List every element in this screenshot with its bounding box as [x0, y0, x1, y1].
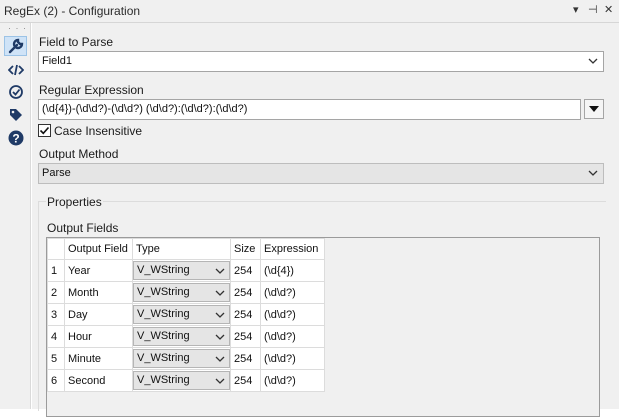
- field-to-parse-label: Field to Parse: [39, 35, 114, 49]
- row-number: 3: [47, 303, 65, 326]
- chevron-down-icon: [215, 378, 225, 384]
- regex-label: Regular Expression: [39, 83, 144, 97]
- svg-text:?: ?: [12, 132, 19, 146]
- table-row[interactable]: 4 Hour V_WString 254 (\d\d?): [47, 325, 325, 348]
- type-dropdown[interactable]: V_WString: [133, 371, 230, 390]
- chevron-down-icon: [215, 312, 225, 318]
- type-cell[interactable]: V_WString: [132, 369, 231, 392]
- size-cell[interactable]: 254: [230, 259, 261, 282]
- row-number: 1: [47, 259, 65, 282]
- type-cell[interactable]: V_WString: [132, 325, 231, 348]
- expression-cell[interactable]: (\d{4}): [260, 259, 325, 282]
- expression-cell[interactable]: (\d\d?): [260, 369, 325, 392]
- type-dropdown[interactable]: V_WString: [133, 261, 230, 280]
- row-number: 4: [47, 325, 65, 348]
- type-cell[interactable]: V_WString: [132, 281, 231, 304]
- row-number-header: [47, 238, 65, 260]
- chevron-down-icon: [588, 170, 598, 176]
- field-to-parse-value: Field1: [42, 55, 72, 67]
- chevron-down-icon: [215, 290, 225, 296]
- row-number: 6: [47, 369, 65, 392]
- column-header-output-field[interactable]: Output Field: [64, 238, 133, 260]
- regex-menu-button[interactable]: [584, 99, 604, 119]
- chevron-down-icon: [215, 268, 225, 274]
- output-fields-grid: Output Field Type Size Expression 1 Year V…: [46, 237, 600, 417]
- expression-cell[interactable]: (\d\d?): [260, 325, 325, 348]
- output-field-cell[interactable]: Month: [64, 281, 133, 304]
- case-insensitive-checkbox[interactable]: [38, 124, 51, 137]
- chevron-down-icon: [588, 58, 598, 64]
- help-icon[interactable]: ?: [4, 128, 27, 148]
- triangle-down-icon: [589, 105, 599, 112]
- output-fields-table: Output Field Type Size Expression 1 Year V…: [47, 238, 325, 392]
- chevron-down-icon: [215, 356, 225, 362]
- column-header-size[interactable]: Size: [230, 238, 261, 260]
- column-header-type[interactable]: Type: [132, 238, 231, 260]
- expression-cell[interactable]: (\d\d?): [260, 347, 325, 370]
- target-icon[interactable]: [4, 82, 27, 102]
- type-dropdown[interactable]: V_WString: [133, 305, 230, 324]
- wrench-icon[interactable]: [4, 36, 27, 56]
- output-method-label: Output Method: [39, 147, 119, 161]
- drag-handle-icon[interactable]: · · ·: [8, 23, 27, 33]
- title-bar: RegEx (2) - Configuration ▾ ⊣ ✕: [0, 0, 619, 23]
- case-insensitive-label: Case Insensitive: [54, 124, 143, 138]
- pin-button[interactable]: ⊣: [588, 3, 598, 16]
- size-cell[interactable]: 254: [230, 303, 261, 326]
- type-value: V_WString: [137, 352, 190, 364]
- type-value: V_WString: [137, 374, 190, 386]
- size-cell[interactable]: 254: [230, 281, 261, 304]
- size-cell[interactable]: 254: [230, 325, 261, 348]
- output-fields-label: Output Fields: [47, 221, 119, 235]
- row-number: 5: [47, 347, 65, 370]
- table-row[interactable]: 1 Year V_WString 254 (\d{4}): [47, 259, 325, 282]
- column-header-expression[interactable]: Expression: [260, 238, 325, 260]
- type-dropdown[interactable]: V_WString: [133, 283, 230, 302]
- chevron-down-icon: [215, 334, 225, 340]
- window-title: RegEx (2) - Configuration: [4, 4, 141, 18]
- expression-cell[interactable]: (\d\d?): [260, 303, 325, 326]
- table-row[interactable]: 6 Second V_WString 254 (\d\d?): [47, 369, 325, 392]
- output-field-cell[interactable]: Day: [64, 303, 133, 326]
- table-row[interactable]: 5 Minute V_WString 254 (\d\d?): [47, 347, 325, 370]
- output-method-value: Parse: [42, 167, 71, 179]
- row-number: 2: [47, 281, 65, 304]
- type-dropdown[interactable]: V_WString: [133, 349, 230, 368]
- type-value: V_WString: [137, 330, 190, 342]
- output-field-cell[interactable]: Minute: [64, 347, 133, 370]
- size-cell[interactable]: 254: [230, 369, 261, 392]
- window-menu-button[interactable]: ▾: [573, 3, 579, 16]
- type-dropdown[interactable]: V_WString: [133, 327, 230, 346]
- field-to-parse-dropdown[interactable]: Field1: [38, 51, 604, 72]
- code-icon[interactable]: [4, 60, 27, 80]
- type-cell[interactable]: V_WString: [132, 303, 231, 326]
- size-cell[interactable]: 254: [230, 347, 261, 370]
- output-field-cell[interactable]: Second: [64, 369, 133, 392]
- type-cell[interactable]: V_WString: [132, 347, 231, 370]
- properties-group: Properties Output Fields Output Field Ty…: [38, 195, 606, 417]
- type-value: V_WString: [137, 264, 190, 276]
- expression-cell[interactable]: (\d\d?): [260, 281, 325, 304]
- type-value: V_WString: [137, 308, 190, 320]
- regex-input[interactable]: (\d{4})-(\d\d?)-(\d\d?) (\d\d?):(\d\d?):…: [38, 99, 581, 120]
- table-row[interactable]: 2 Month V_WString 254 (\d\d?): [47, 281, 325, 304]
- output-method-dropdown[interactable]: Parse: [38, 163, 604, 184]
- output-field-cell[interactable]: Hour: [64, 325, 133, 348]
- close-button[interactable]: ✕: [604, 3, 613, 16]
- type-cell[interactable]: V_WString: [132, 259, 231, 282]
- table-header-row: Output Field Type Size Expression: [47, 238, 325, 260]
- configuration-sidebar: · · · ?: [0, 23, 31, 409]
- output-field-cell[interactable]: Year: [64, 259, 133, 282]
- tag-icon[interactable]: [4, 105, 27, 125]
- type-value: V_WString: [137, 286, 190, 298]
- checkmark-icon: [39, 126, 50, 135]
- properties-title: Properties: [46, 195, 103, 209]
- configuration-panel: Field to Parse Field1 Regular Expression…: [32, 23, 619, 417]
- table-row[interactable]: 3 Day V_WString 254 (\d\d?): [47, 303, 325, 326]
